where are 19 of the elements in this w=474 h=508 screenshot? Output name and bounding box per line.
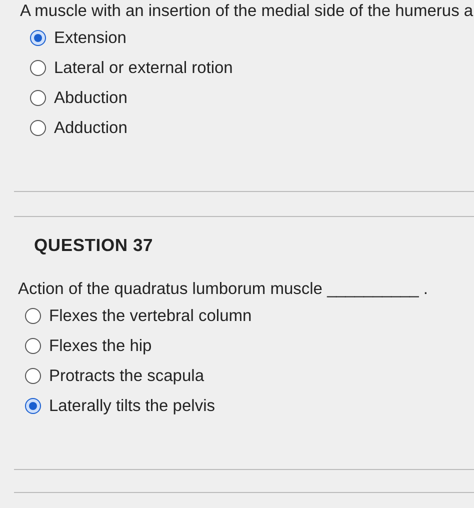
option-label: Laterally tilts the pelvis [49, 396, 215, 416]
radio-button[interactable] [25, 398, 41, 414]
radio-button[interactable] [30, 120, 46, 136]
option-label: Protracts the scapula [49, 366, 204, 386]
question-text: Action of the quadratus lumborum muscle __________ . [18, 280, 430, 299]
option-label: Flexes the hip [49, 336, 152, 356]
option-label: Extension [54, 28, 126, 48]
radio-button[interactable] [30, 90, 46, 106]
question-title: QUESTION 37 [34, 235, 154, 256]
radio-button[interactable] [30, 30, 46, 46]
option-label: Adduction [54, 118, 128, 138]
radio-button[interactable] [25, 308, 41, 324]
radio-button[interactable] [25, 338, 41, 354]
radio-button[interactable] [25, 368, 41, 384]
option-label: Abduction [54, 88, 128, 108]
radio-button[interactable] [30, 60, 46, 76]
option-label: Lateral or external rotion [54, 58, 233, 78]
option-label: Flexes the vertebral column [49, 306, 252, 326]
question-text: A muscle with an insertion of the medial side of the humerus a [20, 2, 474, 21]
